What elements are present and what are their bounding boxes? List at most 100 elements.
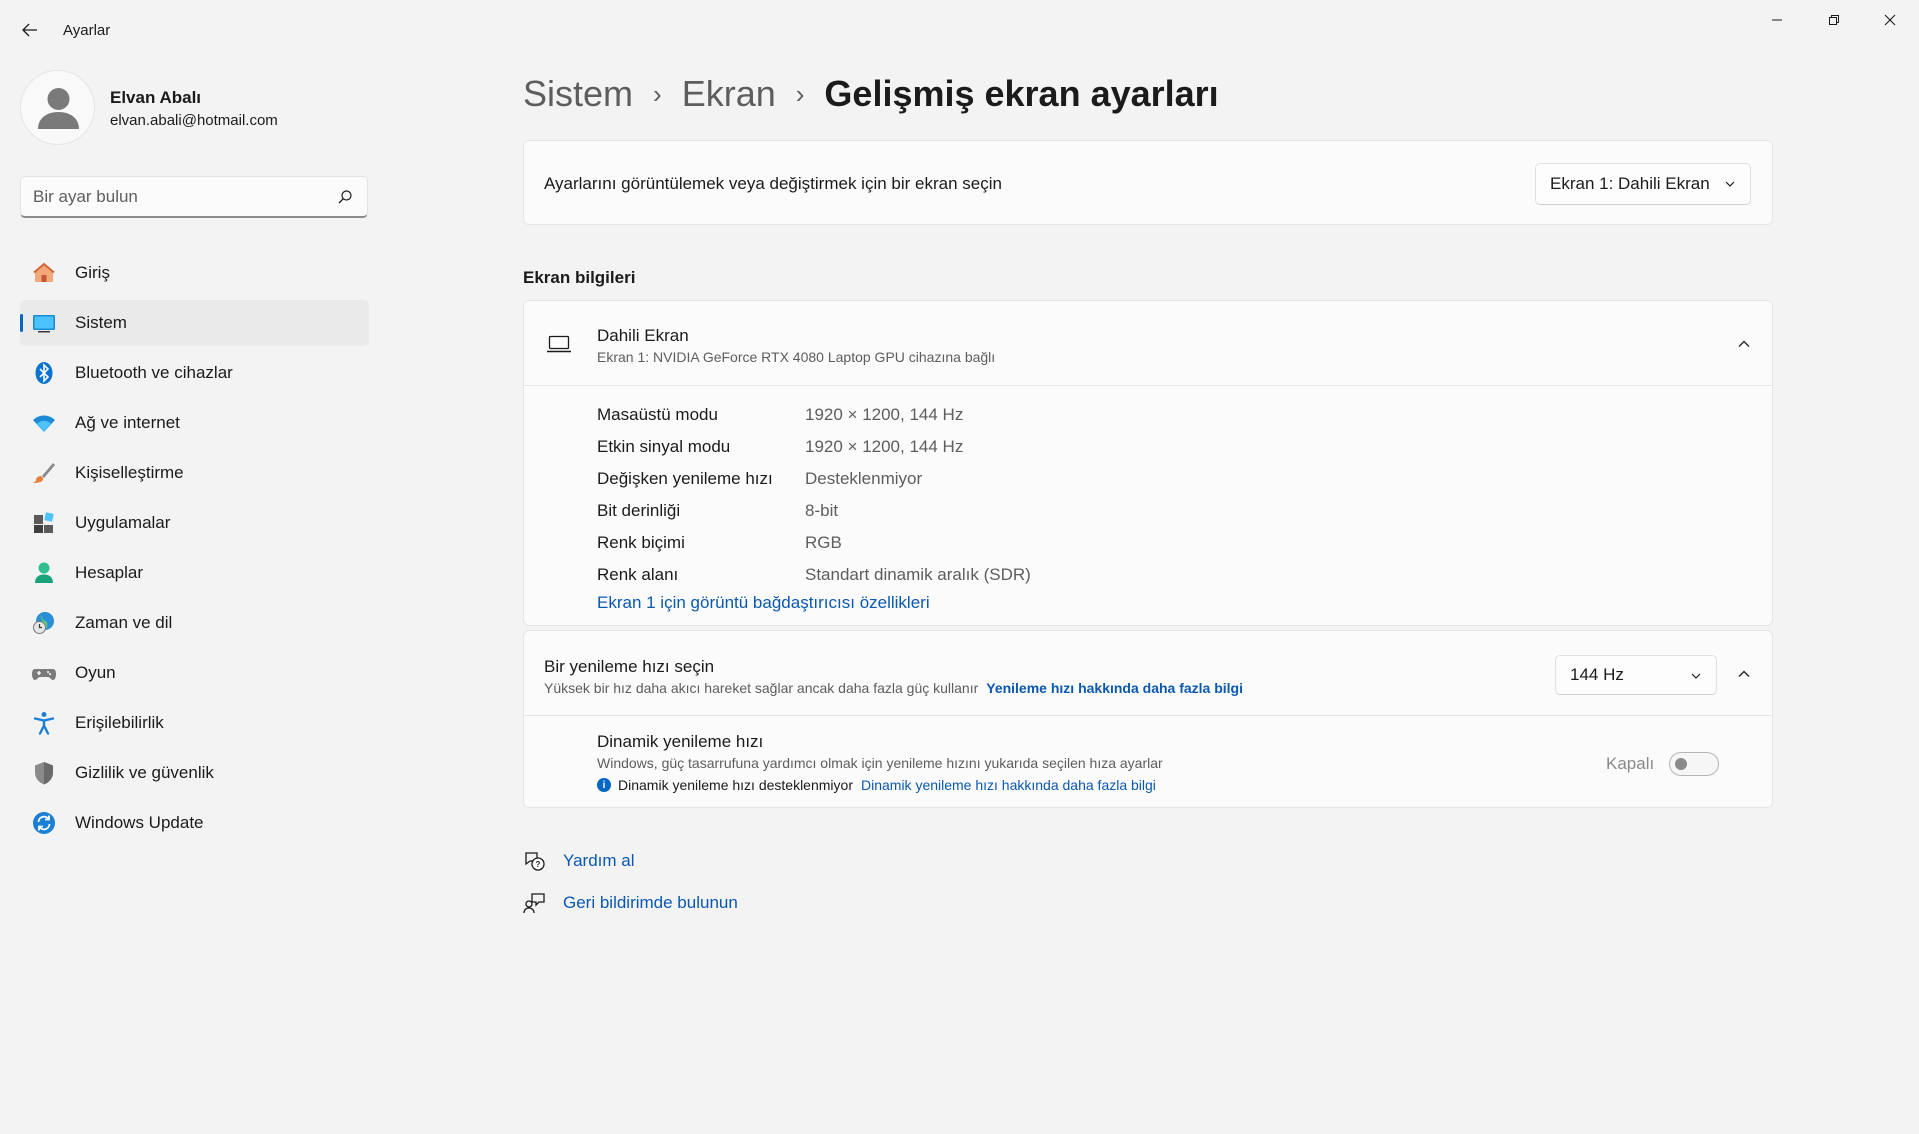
restore-icon <box>1829 15 1839 25</box>
refresh-rate-description: Yüksek bir hız daha akıcı hareket sağlar… <box>544 680 1243 696</box>
close-button[interactable] <box>1862 0 1918 40</box>
chevron-down-icon <box>1691 673 1701 679</box>
dynamic-refresh-title: Dinamik yenileme hızı <box>597 732 764 751</box>
search-icon[interactable] <box>337 189 353 205</box>
wifi-icon <box>33 415 55 432</box>
sidebar-item-label: Erişilebilirlik <box>75 713 164 732</box>
toggle-knob <box>1675 758 1687 770</box>
info-key: Renk alanı <box>597 565 679 584</box>
section-title-display-info: Ekran bilgileri <box>523 268 636 287</box>
accessibility-icon <box>33 712 55 735</box>
info-row: Renk alanı Standart dinamik aralık (SDR) <box>597 559 1031 591</box>
breadcrumb: Sistem › Ekran › Gelişmiş ekran ayarları <box>523 70 1219 118</box>
sidebar-item-label: Hesaplar <box>75 563 144 582</box>
info-row: Bit derinliği 8-bit <box>597 495 1031 527</box>
info-value: RGB <box>805 533 842 552</box>
info-row: Değişken yenileme hızı Desteklenmiyor <box>597 463 1031 495</box>
sidebar-item-home[interactable]: Giriş <box>20 250 369 296</box>
page-title: Gelişmiş ekran ayarları <box>824 73 1219 114</box>
breadcrumb-item-system[interactable]: Sistem <box>523 73 633 115</box>
display-select-dropdown[interactable]: Ekran 1: Dahili Ekran <box>1535 163 1751 205</box>
info-value: 1920 × 1200, 144 Hz <box>805 405 964 424</box>
back-button[interactable] <box>14 16 46 44</box>
info-value: 1920 × 1200, 144 Hz <box>805 437 964 456</box>
sidebar-item-apps[interactable]: Uygulamalar <box>20 500 369 546</box>
system-icon <box>33 315 55 333</box>
sidebar-item-time-language[interactable]: Zaman ve dil <box>20 600 369 646</box>
refresh-rate-learn-more-link[interactable]: Yenileme hızı hakkında daha fazla bilgi <box>986 680 1243 696</box>
sidebar-item-accessibility[interactable]: Erişilebilirlik <box>20 700 369 746</box>
home-icon <box>33 262 55 282</box>
brush-icon <box>33 463 55 483</box>
refresh-rate-header: Bir yenileme hızı seçin Yüksek bir hız d… <box>524 631 1772 716</box>
sidebar-item-label: Zaman ve dil <box>75 613 173 632</box>
info-value: Standart dinamik aralık (SDR) <box>805 565 1031 584</box>
chevron-right-icon: › <box>653 78 662 109</box>
sidebar-nav: Giriş Sistem Bluetooth ve cihazlar Ağ ve… <box>20 250 369 850</box>
display-info-card: Dahili Ekran Ekran 1: NVIDIA GeForce RTX… <box>523 300 1773 626</box>
sidebar-item-accounts[interactable]: Hesaplar <box>20 550 369 596</box>
minimize-button[interactable] <box>1749 0 1805 40</box>
user-profile[interactable]: Elvan Abalı elvan.abali@hotmail.com <box>20 70 360 146</box>
search-input[interactable] <box>33 185 323 209</box>
adapter-properties-link[interactable]: Ekran 1 için görüntü bağdaştırıcısı özel… <box>597 593 930 613</box>
globe-clock-icon <box>33 612 54 634</box>
shield-icon <box>35 762 53 785</box>
display-select-value: Ekran 1: Dahili Ekran <box>1550 174 1710 193</box>
sidebar-item-system[interactable]: Sistem <box>20 300 369 346</box>
get-help-link[interactable]: ? Yardım al <box>523 850 635 872</box>
sidebar-item-network[interactable]: Ağ ve internet <box>20 400 369 446</box>
sidebar-item-label: Ağ ve internet <box>75 413 180 432</box>
search-box[interactable] <box>20 176 368 218</box>
laptop-icon <box>547 335 571 353</box>
refresh-rate-title: Bir yenileme hızı seçin <box>544 657 715 676</box>
feedback-label: Geri bildirimde bulunun <box>563 893 738 912</box>
chevron-up-icon[interactable] <box>1736 336 1752 352</box>
minimize-icon <box>1772 19 1782 21</box>
sidebar-item-label: Bluetooth ve cihazlar <box>75 363 233 382</box>
gamepad-icon <box>32 669 56 680</box>
person-icon <box>38 88 79 129</box>
refresh-rate-card: Bir yenileme hızı seçin Yüksek bir hız d… <box>523 630 1773 808</box>
info-key: Bit derinliği <box>597 501 681 520</box>
info-value: Desteklenmiyor <box>805 469 923 488</box>
refresh-rate-subtitle: Yüksek bir hız daha akıcı hareket sağlar… <box>544 680 979 696</box>
toggle-state-label: Kapalı <box>1606 754 1655 773</box>
info-key: Değişken yenileme hızı <box>597 469 773 488</box>
display-connection: Ekran 1: NVIDIA GeForce RTX 4080 Laptop … <box>597 349 996 365</box>
info-icon: i <box>597 778 611 792</box>
info-row: Etkin sinyal modu 1920 × 1200, 144 Hz <box>597 431 1031 463</box>
display-info-header[interactable]: Dahili Ekran Ekran 1: NVIDIA GeForce RTX… <box>524 301 1772 386</box>
dynamic-refresh-toggle[interactable] <box>1669 752 1719 776</box>
breadcrumb-item-display[interactable]: Ekran <box>682 73 776 115</box>
title-bar: Ayarlar <box>0 0 1919 60</box>
refresh-rate-dropdown[interactable]: 144 Hz <box>1555 655 1717 695</box>
sidebar-item-gaming[interactable]: Oyun <box>20 650 369 696</box>
display-name: Dahili Ekran <box>597 326 689 345</box>
apps-icon <box>34 512 54 533</box>
bluetooth-icon <box>35 362 53 384</box>
restore-button[interactable] <box>1806 0 1862 40</box>
sidebar-item-privacy[interactable]: Gizlilik ve güvenlik <box>20 750 369 796</box>
chevron-right-icon: › <box>795 78 805 109</box>
display-select-label: Ayarlarını görüntülemek veya değiştirmek… <box>544 174 1002 193</box>
chevron-down-icon <box>1725 181 1735 187</box>
refresh-rate-value: 144 Hz <box>1570 665 1624 684</box>
dynamic-refresh-description: Windows, güç tasarrufuna yardımcı olmak … <box>597 755 1163 771</box>
chevron-up-icon[interactable] <box>1736 666 1752 682</box>
feedback-link[interactable]: Geri bildirimde bulunun <box>523 892 738 914</box>
sidebar-item-personalization[interactable]: Kişiselleştirme <box>20 450 369 496</box>
app-title: Ayarlar <box>63 22 111 39</box>
back-arrow-icon <box>22 23 37 37</box>
info-key: Etkin sinyal modu <box>597 437 731 456</box>
info-key: Renk biçimi <box>597 533 685 552</box>
sidebar-item-bluetooth[interactable]: Bluetooth ve cihazlar <box>20 350 369 396</box>
dynamic-refresh-learn-more-link[interactable]: Dinamik yenileme hızı hakkında daha fazl… <box>861 777 1156 793</box>
sidebar-item-label: Giriş <box>75 263 110 282</box>
user-name: Elvan Abalı <box>110 88 202 107</box>
sidebar-item-windows-update[interactable]: Windows Update <box>20 800 369 846</box>
user-email: elvan.abali@hotmail.com <box>110 112 278 129</box>
dynamic-refresh-note: i Dinamik yenileme hızı desteklenmiyor D… <box>597 777 1156 793</box>
sidebar-item-label: Oyun <box>75 663 116 682</box>
help-chat-icon: ? <box>525 852 545 871</box>
